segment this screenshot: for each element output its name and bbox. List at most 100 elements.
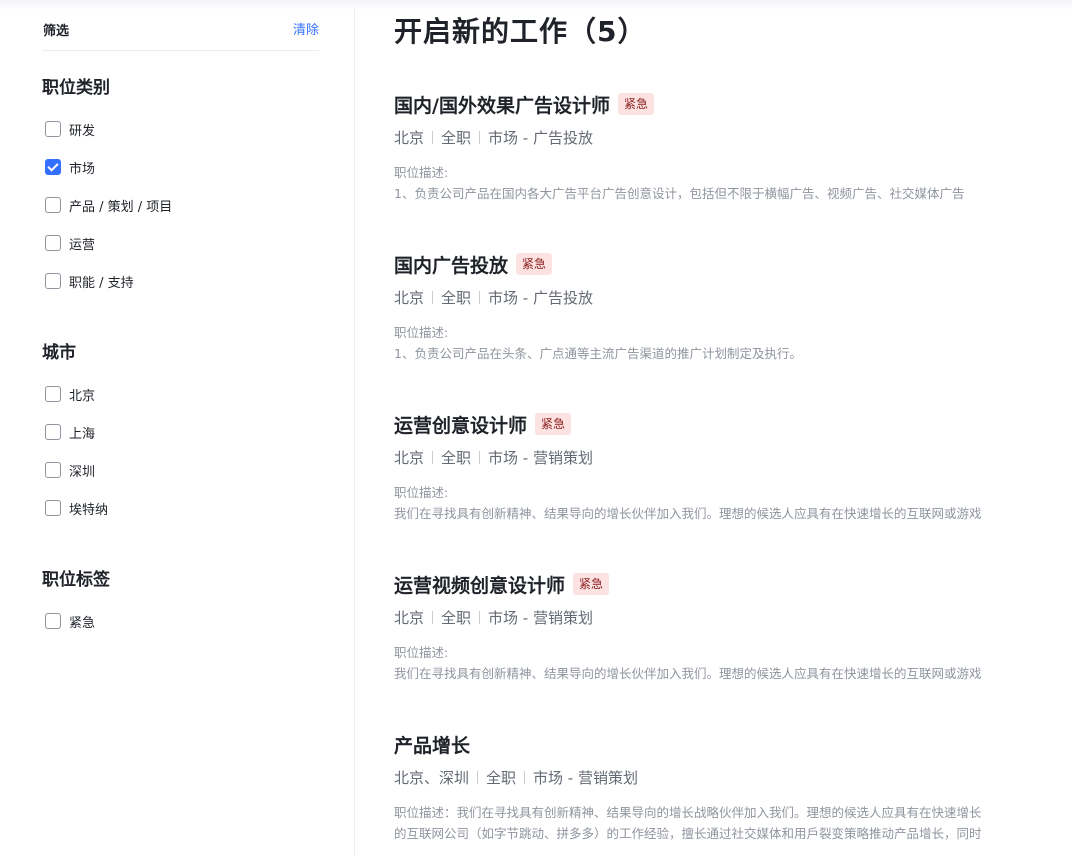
page-title: 开启新的工作（5） — [394, 15, 647, 48]
filter-option-label: 上海 — [69, 426, 96, 442]
job-title-row: 国内/国外效果广告设计师 紧急 — [394, 91, 1072, 118]
job-description-label: 职位描述: — [394, 645, 449, 660]
job-card[interactable]: 国内广告投放 紧急 北京 全职 市场 - 广告投放 职位描述: 1、负责公司产品… — [394, 252, 1072, 364]
job-meta: 北京 全职 市场 - 广告投放 — [394, 287, 1072, 307]
filter-option-product[interactable]: 产品 / 策划 / 项目 — [45, 196, 173, 215]
filter-option-label: 市场 — [69, 161, 96, 177]
meta-separator — [479, 610, 481, 624]
job-category: 市场 - 营销策划 — [533, 768, 638, 787]
job-description: 职位描述: 1、负责公司产品在头条、广点通等主流广告渠道的推广计划制定及执行。 — [394, 322, 1054, 364]
job-category: 市场 - 广告投放 — [488, 128, 593, 147]
job-list-panel: 开启新的工作（5） 国内/国外效果广告设计师 紧急 北京 全职 市场 - 广告投… — [394, 0, 1072, 855]
job-city: 北京、深圳 — [394, 768, 470, 787]
urgent-badge: 紧急 — [573, 573, 610, 595]
job-title-row: 运营创意设计师 紧急 — [394, 411, 1072, 438]
job-card[interactable]: 运营视频创意设计师 紧急 北京 全职 市场 - 营销策划 职位描述: 我们在寻找… — [394, 572, 1072, 684]
filter-option-beijing[interactable]: 北京 — [45, 385, 96, 404]
meta-separator — [479, 290, 481, 304]
filter-option-label: 北京 — [69, 388, 96, 404]
job-city: 北京 — [394, 608, 425, 627]
job-type: 全职 — [441, 288, 472, 307]
job-meta: 北京 全职 市场 - 营销策划 — [394, 447, 1072, 467]
filter-option-label: 职能 / 支持 — [69, 275, 134, 291]
meta-separator — [477, 770, 479, 784]
job-card[interactable]: 运营创意设计师 紧急 北京 全职 市场 - 营销策划 职位描述: 我们在寻找具有… — [394, 412, 1072, 524]
job-category: 市场 - 营销策划 — [488, 448, 593, 467]
job-meta: 北京、深圳 全职 市场 - 营销策划 — [394, 767, 1072, 787]
checkbox[interactable] — [45, 273, 61, 289]
filter-title: 筛选 — [43, 24, 70, 39]
meta-separator — [432, 610, 434, 624]
job-description-label: 职位描述: — [394, 165, 449, 180]
job-description-label: 职位描述: — [394, 325, 449, 340]
job-type: 全职 — [441, 448, 472, 467]
filter-option-label: 产品 / 策划 / 项目 — [69, 199, 173, 215]
filter-group-title: 城市 — [42, 343, 76, 363]
meta-separator — [432, 450, 434, 464]
filter-group-tags: 职位标签 — [42, 570, 319, 590]
checkbox[interactable] — [45, 424, 61, 440]
job-city: 北京 — [394, 128, 425, 147]
filter-option-shanghai[interactable]: 上海 — [45, 423, 96, 442]
filter-option-shenzhen[interactable]: 深圳 — [45, 461, 96, 480]
filter-group-title: 职位标签 — [42, 570, 110, 590]
filter-option-label: 运营 — [69, 237, 96, 253]
job-card[interactable]: 国内/国外效果广告设计师 紧急 北京 全职 市场 - 广告投放 职位描述: 1、… — [394, 92, 1072, 204]
filter-option-label: 深圳 — [69, 464, 96, 480]
filter-option-label: 研发 — [69, 123, 96, 139]
job-title[interactable]: 国内/国外效果广告设计师 — [394, 91, 610, 118]
job-title[interactable]: 产品增长 — [394, 731, 470, 758]
meta-separator — [432, 130, 434, 144]
job-title-row: 产品增长 — [394, 731, 1072, 758]
checkbox[interactable] — [45, 235, 61, 251]
filter-option-support[interactable]: 职能 / 支持 — [45, 272, 134, 291]
job-description-text: 我们在寻找具有创新精神、结果导向的增长伙伴加入我们。理想的候选人应具有在快速增长… — [394, 666, 982, 681]
filter-option-operations[interactable]: 运营 — [45, 234, 96, 253]
checkbox[interactable] — [45, 613, 61, 629]
job-description: 职位描述: 我们在寻找具有创新精神、结果导向的增长伙伴加入我们。理想的候选人应具… — [394, 642, 1054, 684]
filter-option-etna[interactable]: 埃特纳 — [45, 499, 109, 518]
job-title[interactable]: 运营视频创意设计师 — [394, 571, 565, 598]
job-description-text: 的互联网公司（如字节跳动、拼多多）的工作经验，擅长通过社交媒体和用戶裂变策略推动… — [394, 826, 982, 841]
job-description-text: 1、负责公司产品在国内各大广告平台广告创意设计，包括但不限于横幅广告、视频广告、… — [394, 186, 965, 201]
job-title[interactable]: 国内广告投放 — [394, 251, 508, 278]
job-meta: 北京 全职 市场 - 广告投放 — [394, 127, 1072, 147]
job-description: 职位描述: 我们在寻找具有创新精神、结果导向的增长伙伴加入我们。理想的候选人应具… — [394, 482, 1054, 524]
urgent-badge: 紧急 — [516, 253, 553, 275]
job-description-text: 1、负责公司产品在头条、广点通等主流广告渠道的推广计划制定及执行。 — [394, 346, 802, 361]
job-description-label: 职位描述: — [394, 485, 449, 500]
job-title-row: 运营视频创意设计师 紧急 — [394, 571, 1072, 598]
clear-filters-link[interactable]: 清除 — [293, 19, 319, 38]
checkbox[interactable] — [45, 386, 61, 402]
checkbox[interactable] — [45, 197, 61, 213]
checkbox[interactable] — [45, 500, 61, 516]
job-city: 北京 — [394, 288, 425, 307]
job-description: 职位描述：我们在寻找具有创新精神、结果导向的增长战略伙伴加入我们。理想的候选人应… — [394, 802, 1054, 844]
filter-option-urgent[interactable]: 紧急 — [45, 612, 96, 631]
filter-header: 筛选 清除 — [42, 18, 319, 51]
job-type: 全职 — [486, 768, 517, 787]
job-type: 全职 — [441, 128, 472, 147]
checkbox[interactable] — [45, 462, 61, 478]
job-description: 职位描述: 1、负责公司产品在国内各大广告平台广告创意设计，包括但不限于横幅广告… — [394, 162, 1054, 204]
job-card[interactable]: 产品增长 北京、深圳 全职 市场 - 营销策划 职位描述：我们在寻找具有创新精神… — [394, 732, 1072, 844]
filter-sidebar: 筛选 清除 职位类别 研发 市场 产品 / 策划 / 项目 运营 职能 / 支持… — [42, 0, 319, 855]
filter-option-marketing[interactable]: 市场 — [45, 158, 96, 177]
filter-option-rd[interactable]: 研发 — [45, 120, 96, 139]
checkbox[interactable] — [45, 121, 61, 137]
job-title[interactable]: 运营创意设计师 — [394, 411, 527, 438]
job-category: 市场 - 营销策划 — [488, 608, 593, 627]
job-category: 市场 - 广告投放 — [488, 288, 593, 307]
filter-group-title: 职位类别 — [42, 78, 110, 98]
urgent-badge: 紧急 — [535, 413, 572, 435]
filter-group-category: 职位类别 — [42, 78, 319, 98]
filter-group-city: 城市 — [42, 343, 319, 363]
job-meta: 北京 全职 市场 - 营销策划 — [394, 607, 1072, 627]
checkbox-checked[interactable] — [45, 159, 61, 175]
job-city: 北京 — [394, 448, 425, 467]
filter-option-label: 紧急 — [69, 615, 96, 631]
meta-separator — [432, 290, 434, 304]
filter-option-label: 埃特纳 — [69, 502, 109, 518]
job-description-text: 我们在寻找具有创新精神、结果导向的增长伙伴加入我们。理想的候选人应具有在快速增长… — [394, 506, 982, 521]
urgent-badge: 紧急 — [617, 93, 654, 115]
